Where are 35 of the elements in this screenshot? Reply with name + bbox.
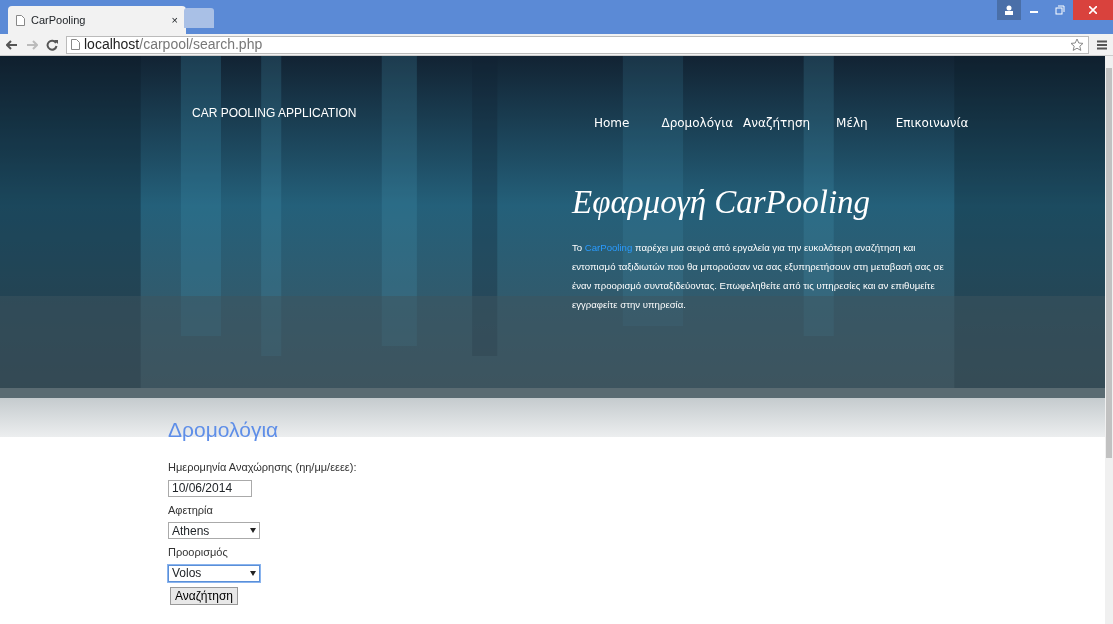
star-icon[interactable] <box>1070 37 1084 52</box>
scrollbar-thumb[interactable] <box>1106 68 1112 458</box>
close-tab-button[interactable]: × <box>171 11 178 29</box>
nav-link[interactable]: Home <box>594 114 630 132</box>
address-bar[interactable]: localhost/carpool/search.php <box>66 35 1089 54</box>
page-icon <box>71 39 80 50</box>
nav-link[interactable]: Αναζήτηση <box>743 114 811 132</box>
nav-link[interactable]: Μέλη <box>836 114 868 132</box>
tab-title: CarPooling <box>31 12 87 28</box>
profile-icon[interactable] <box>997 0 1021 20</box>
site-brand: CAR POOLING APPLICATION <box>192 106 358 120</box>
dropdown[interactable]: Athens <box>168 522 260 539</box>
field-label: Αφετηρία <box>168 502 214 518</box>
caret-icon <box>250 528 256 533</box>
nav-link[interactable]: Δρομολόγια <box>661 114 734 132</box>
form-heading: Δρομολόγια <box>168 417 280 443</box>
search-button[interactable]: Αναζήτηση <box>170 586 238 605</box>
field-label: Ημερομηνία Αναχώρησης (ηη/μμ/εεεε): <box>168 460 358 475</box>
url-text: localhost/carpool/search.php <box>84 35 263 54</box>
input-field[interactable]: 10/06/2014 <box>168 479 252 497</box>
page-icon <box>16 14 25 26</box>
close-icon <box>1089 6 1097 14</box>
forward-icon[interactable] <box>26 39 38 50</box>
intro-paragraph: Το CarPooling παρέχει μια σειρά από εργαλεία για την ευκολότερη αναζήτηση και εντοπισμό ταξιδιωτών που θα μπορούσαν να σας εξυπηρετήσουν στη μεταβασή σας σε έναν προορισμό συνταξιδεύοντας. Επωφεληθείτε από τις υπηρεσίες και αν επιθυμείτε εγγραφείτε στην υπηρεσία. <box>572 241 945 313</box>
hero-title: Εφαρμογή CarPooling <box>572 184 872 221</box>
dropdown[interactable]: Volos <box>168 564 260 582</box>
caret-icon <box>250 570 256 576</box>
back-icon[interactable] <box>6 39 18 50</box>
close-button[interactable] <box>1073 0 1113 20</box>
reload-icon[interactable] <box>46 38 58 51</box>
browser-tab[interactable]: CarPooling × <box>8 6 186 34</box>
field-label: Προορισμός <box>168 545 229 560</box>
restore-icon[interactable] <box>1055 5 1065 15</box>
menu-icon[interactable] <box>1097 39 1107 50</box>
nav-link[interactable]: Επικοινωνία <box>895 114 969 132</box>
